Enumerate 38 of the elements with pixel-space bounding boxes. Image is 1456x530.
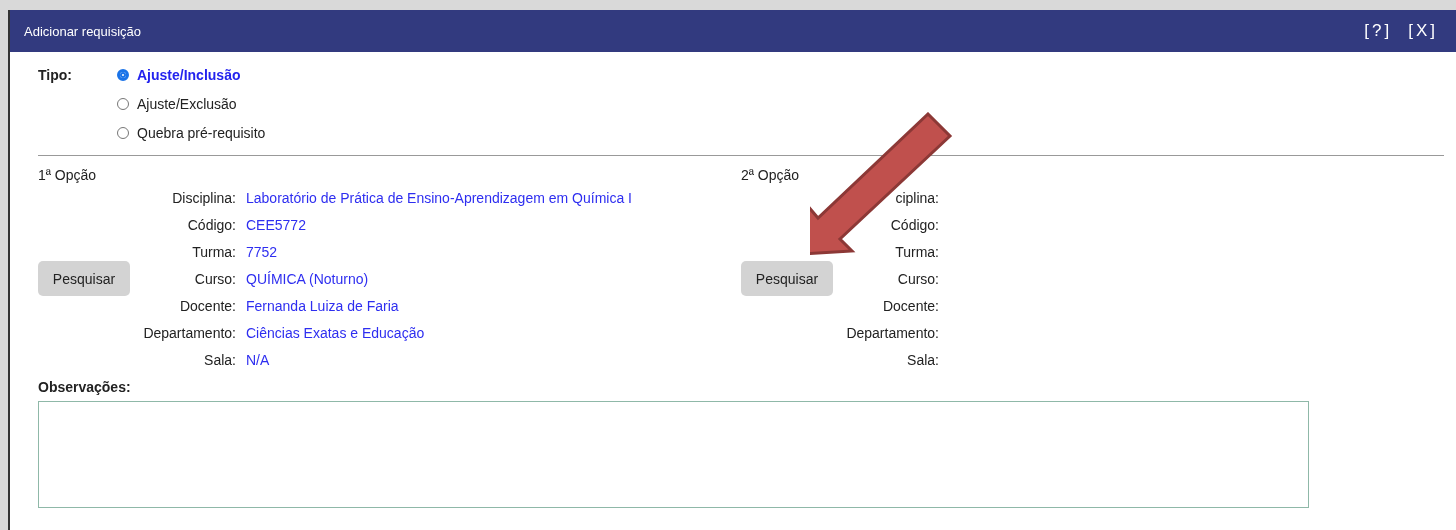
dialog-title: Adicionar requisição — [24, 23, 142, 39]
type-label: Tipo: — [38, 66, 73, 85]
radio-button[interactable] — [117, 127, 129, 139]
search-button[interactable]: Pesquisar — [38, 261, 130, 296]
option-heading: 1ª Opção — [38, 166, 98, 184]
radio-button[interactable] — [117, 98, 129, 110]
field-label: Disciplina: — [172, 189, 236, 206]
help-button[interactable]: [?] — [1364, 21, 1393, 41]
arrow-icon — [810, 112, 953, 256]
radio-button[interactable] — [117, 69, 129, 81]
field-value: QUÍMICA (Noturno) — [246, 270, 370, 287]
field-label: Curso: — [897, 270, 939, 287]
field-label: ciplina: — [895, 189, 939, 206]
field-label: Departamento: — [143, 324, 236, 341]
field-label: Departamento: — [846, 324, 939, 341]
field-label: Código: — [890, 216, 939, 233]
field-value: Fernanda Luiza de Faria — [246, 297, 400, 314]
field-label: Docente: — [882, 297, 939, 314]
field-label: Sala: — [907, 351, 939, 368]
field-label: Curso: — [194, 270, 236, 287]
radio-label[interactable]: Quebra pré-requisito — [137, 124, 266, 142]
field-label: Código: — [187, 216, 236, 233]
field-label: Sala: — [204, 351, 236, 368]
field-label: Turma: — [192, 243, 236, 260]
notes-field[interactable] — [38, 401, 1309, 508]
search-button[interactable]: Pesquisar — [741, 261, 833, 296]
field-value: CEE5772 — [246, 216, 307, 233]
option-heading: 2ª Opção — [741, 166, 801, 184]
radio-label[interactable]: Ajuste/Exclusão — [137, 95, 237, 113]
field-label: Docente: — [179, 297, 236, 314]
field-value: Ciências Exatas e Educação — [246, 324, 426, 341]
radio-label[interactable]: Ajuste/Inclusão — [137, 66, 241, 84]
field-value: Laboratório de Prática de Ensino-Aprendizagem em Química I — [246, 189, 633, 206]
field-label: Turma: — [895, 243, 939, 260]
field-value: 7752 — [246, 243, 279, 260]
notes-label: Observações: — [38, 378, 132, 396]
close-button[interactable]: [X] — [1408, 21, 1438, 41]
field-value: N/A — [246, 351, 271, 368]
